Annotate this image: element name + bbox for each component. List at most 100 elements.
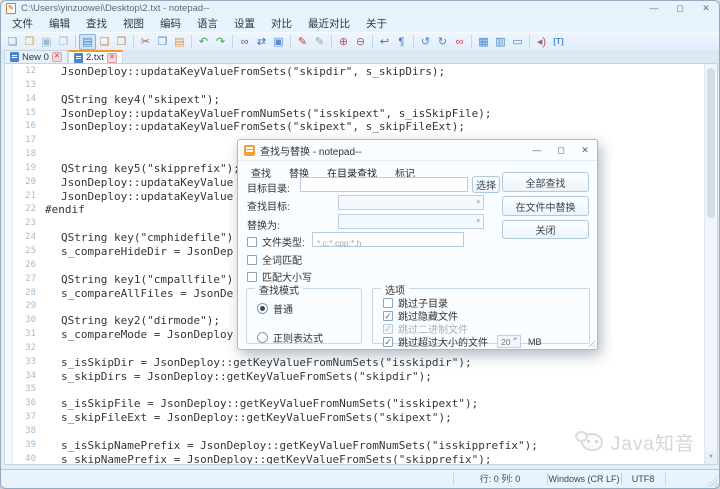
file-size-unit: MB	[528, 337, 542, 347]
back-icon[interactable]: ↺	[417, 34, 434, 50]
paste-icon[interactable]: ▤	[171, 34, 188, 50]
dialog-minimize-icon[interactable]: —	[525, 140, 549, 160]
show-symbol-icon[interactable]: ¶	[393, 34, 410, 50]
code-text: s_skipDirs = JsonDeploy::getKeyValueFrom…	[45, 370, 432, 384]
zoom-out-icon[interactable]: ⊖	[352, 34, 369, 50]
close-file-icon[interactable]: ❏	[96, 34, 113, 50]
clear-format-icon[interactable]: ✎	[311, 34, 328, 50]
line-number: 14	[14, 93, 36, 107]
column-mode-icon[interactable]: ▥	[492, 34, 509, 50]
save-as-icon[interactable]: ▤	[79, 34, 96, 50]
dialog-maximize-icon[interactable]: ◻	[549, 140, 573, 160]
menu-item-6[interactable]: 设置	[226, 16, 263, 32]
options-group: 选项 跳过子目录跳过隐藏文件跳过二进制文件跳过超过大小的文件20MB	[372, 288, 590, 344]
find-icon[interactable]: ∞	[236, 34, 253, 50]
scroll-down-icon[interactable]: ▼	[705, 451, 717, 464]
menu-item-9[interactable]: 关于	[358, 16, 395, 32]
file-type-checkbox[interactable]	[247, 237, 257, 247]
forward-icon[interactable]: ↻	[434, 34, 451, 50]
open-folder-icon[interactable]: ❒	[21, 34, 38, 50]
file-type-input[interactable]: *.c;*.cpp;*.h	[312, 232, 464, 247]
select-dir-button[interactable]: 选择	[472, 176, 500, 193]
scrollbar-thumb[interactable]	[707, 68, 715, 218]
grid-view-icon[interactable]: ▦	[475, 34, 492, 50]
menu-item-4[interactable]: 编码	[152, 16, 189, 32]
line-number: 17	[14, 134, 36, 148]
close-icon[interactable]: ✕	[693, 1, 719, 16]
radio-icon[interactable]	[257, 332, 268, 343]
code-line: 35	[14, 383, 703, 397]
close-all-icon[interactable]: ❐	[113, 34, 130, 50]
line-number: 16	[14, 120, 36, 134]
radio-icon[interactable]	[257, 303, 268, 314]
resize-grip[interactable]	[706, 475, 718, 487]
toolbar-separator	[413, 35, 414, 48]
menu-item-2[interactable]: 查找	[78, 16, 115, 32]
compare-icon[interactable]: ∞	[451, 34, 468, 50]
text-token-icon[interactable]: [T]	[550, 34, 567, 50]
cut-icon[interactable]: ✂	[137, 34, 154, 50]
copy-icon[interactable]: ❐	[154, 34, 171, 50]
menu-item-5[interactable]: 语言	[189, 16, 226, 32]
replace-icon[interactable]: ⇄	[253, 34, 270, 50]
line-number: 19	[14, 162, 36, 176]
tab-new-0[interactable]: New 0✕	[4, 50, 68, 63]
tab-close-icon[interactable]: ✕	[52, 52, 62, 62]
find-all-button[interactable]: 全部查找	[502, 172, 589, 192]
save-all-icon[interactable]: ❐	[55, 34, 72, 50]
whole-word-checkbox[interactable]	[247, 255, 257, 265]
tab-2.txt[interactable]: 2.txt✕	[68, 50, 123, 63]
toolbar-separator	[75, 35, 76, 48]
line-number: 39	[14, 439, 36, 453]
maximize-icon[interactable]: ◻	[667, 1, 693, 16]
file-size-spinner[interactable]: 20	[497, 335, 521, 348]
checkbox-icon[interactable]	[383, 298, 393, 308]
speaker-icon[interactable]: ◂)	[533, 34, 550, 50]
code-text: JsonDeploy::updataKeyValue	[45, 190, 233, 204]
code-text: QString key2("dirmode");	[45, 314, 220, 328]
toolbar-separator	[232, 35, 233, 48]
redo-icon[interactable]: ↷	[212, 34, 229, 50]
line-number: 32	[14, 342, 36, 356]
new-file-icon[interactable]: ❏	[4, 34, 21, 50]
menu-item-3[interactable]: 视图	[115, 16, 152, 32]
close-button[interactable]: 关闭	[502, 220, 589, 239]
mark-icon[interactable]: ▣	[270, 34, 287, 50]
code-text: QString key5("skipprefix");	[45, 162, 240, 176]
code-text: JsonDeploy::updataKeyValue	[45, 176, 233, 190]
menu-item-8[interactable]: 最近对比	[300, 16, 358, 32]
line-number: 40	[14, 453, 36, 465]
code-line: 12JsonDeploy::updataKeyValueFromSets("sk…	[14, 65, 703, 79]
find-mode-option-0[interactable]: 普通	[257, 301, 371, 316]
format-pen-icon[interactable]: ✎	[294, 34, 311, 50]
monitor-icon[interactable]: ▭	[509, 34, 526, 50]
match-case-checkbox[interactable]	[247, 272, 257, 282]
target-dir-input[interactable]	[300, 177, 468, 192]
menu-item-7[interactable]: 对比	[263, 16, 300, 32]
replace-combobox[interactable]	[338, 214, 484, 229]
menu-item-1[interactable]: 编辑	[41, 16, 78, 32]
checkbox-icon[interactable]	[383, 337, 393, 347]
document-icon	[10, 52, 19, 62]
menu-item-0[interactable]: 文件	[4, 16, 41, 32]
vertical-scrollbar[interactable]: ▼	[704, 64, 717, 464]
code-line: 36s_isSkipFile = JsonDeploy::getKeyValue…	[14, 397, 703, 411]
find-combobox[interactable]	[338, 195, 484, 210]
save-icon[interactable]: ▣	[38, 34, 55, 50]
zoom-in-icon[interactable]: ⊕	[335, 34, 352, 50]
dialog-close-icon[interactable]: ✕	[573, 140, 597, 160]
toolbar-separator	[290, 35, 291, 48]
find-mode-option-1[interactable]: 正则表达式	[257, 330, 371, 345]
tab-close-icon[interactable]: ✕	[107, 53, 117, 63]
code-line: 34s_skipDirs = JsonDeploy::getKeyValueFr…	[14, 370, 703, 384]
menu-bar: 文件编辑查找视图编码语言设置对比最近对比关于	[1, 16, 719, 32]
code-line: 16JsonDeploy::updataKeyValueFromSets("sk…	[14, 120, 703, 134]
undo-icon[interactable]: ↶	[195, 34, 212, 50]
checkbox-icon[interactable]	[383, 311, 393, 321]
word-wrap-icon[interactable]: ↩	[376, 34, 393, 50]
replace-in-files-button[interactable]: 在文件中替换	[502, 196, 589, 216]
line-number: 33	[14, 356, 36, 370]
dialog-title-bar[interactable]: 查找与替换 - notepad-- — ◻ ✕	[238, 140, 597, 161]
minimize-icon[interactable]: —	[641, 1, 667, 16]
line-number: 30	[14, 314, 36, 328]
